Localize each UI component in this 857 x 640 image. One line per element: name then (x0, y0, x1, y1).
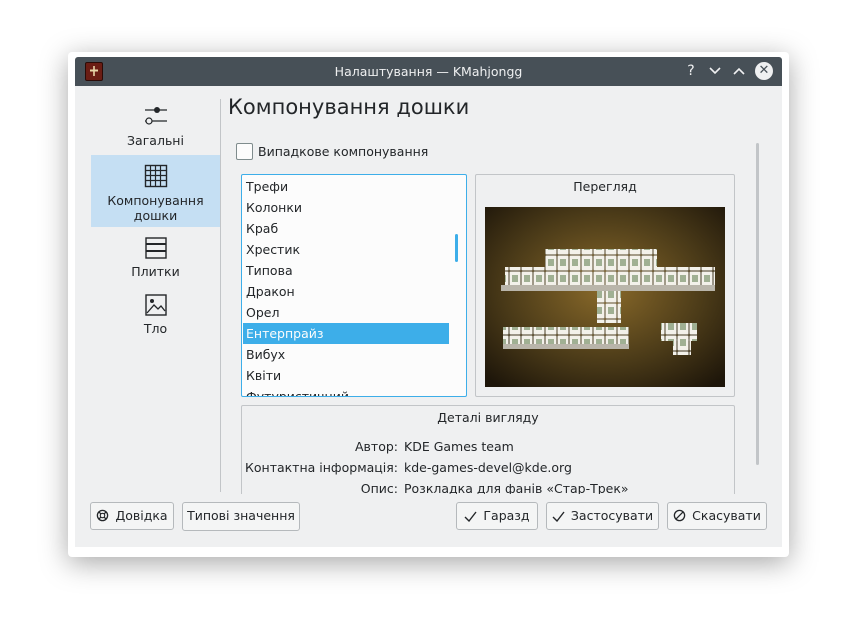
help-button-label: Довідка (115, 508, 168, 523)
list-item[interactable]: Орел (243, 302, 449, 323)
sidebar-item-general[interactable]: Загальні (91, 103, 220, 155)
sidebar-item-background[interactable]: Тло (91, 293, 220, 345)
page-scrollbar[interactable] (756, 143, 759, 465)
sidebar-item-label: Плитки (131, 264, 180, 279)
list-item[interactable]: Футуристичний (243, 386, 449, 396)
details-title: Деталі вигляду (437, 410, 539, 425)
tiles-icon (144, 237, 167, 259)
author-value: KDE Games team (404, 439, 514, 454)
grid-icon (144, 164, 167, 188)
list-item-selected[interactable]: Ентерпрайз (243, 323, 449, 344)
list-item[interactable]: Типова (243, 260, 449, 281)
sidebar-item-label: Тло (143, 321, 168, 336)
board-preview-image (485, 207, 725, 387)
ok-button[interactable]: Гаразд (456, 502, 538, 530)
list-item[interactable]: Трефи (243, 176, 449, 197)
preview-panel: Перегляд (475, 174, 735, 397)
lifebuoy-icon (97, 509, 109, 522)
minimize-button[interactable] (706, 62, 724, 80)
list-item[interactable]: Квіти (243, 365, 449, 386)
apply-button[interactable]: Застосувати (546, 502, 659, 530)
list-item[interactable]: Колонки (243, 197, 449, 218)
chevron-down-icon (709, 67, 721, 75)
list-item[interactable]: Хрестик (243, 239, 449, 260)
chevron-up-icon (733, 67, 745, 75)
image-icon (144, 294, 167, 316)
list-scrollbar[interactable] (455, 234, 458, 262)
author-label: Автор: (355, 439, 398, 454)
sidebar-item-label: Компонування дошки (107, 193, 204, 223)
maximize-button[interactable] (730, 62, 748, 80)
list-item[interactable]: Дракон (243, 281, 449, 302)
sidebar: Загальні Компонування дошки Плитки Тло (75, 86, 220, 521)
settings-dialog: Налаштування — KMahjongg ? ✕ Загальні Ко… (75, 57, 782, 547)
titlebar[interactable]: Налаштування — KMahjongg ? ✕ (75, 57, 782, 86)
contact-label: Контактна інформація: (245, 460, 398, 475)
defaults-button-label: Типові значення (187, 508, 295, 523)
sidebar-item-tiles[interactable]: Плитки (91, 236, 220, 288)
layout-list[interactable]: Трефи Колонки Краб Хрестик Типова Дракон… (241, 174, 467, 397)
sliders-icon (144, 107, 167, 125)
checkbox-box[interactable] (236, 143, 253, 160)
list-item[interactable]: Краб (243, 218, 449, 239)
checkmark-icon (552, 511, 565, 522)
help-button[interactable]: Довідка (90, 502, 174, 530)
checkmark-icon (464, 511, 477, 522)
random-layout-label[interactable]: Випадкове компонування (258, 144, 428, 159)
contact-value: kde-games-devel@kde.org (404, 460, 572, 475)
cancel-button[interactable]: Скасувати (667, 502, 767, 530)
sidebar-item-label: Загальні (127, 133, 184, 148)
details-panel: Деталі вигляду Автор: KDE Games team Кон… (241, 405, 735, 507)
cancel-icon (673, 509, 686, 522)
window-title: Налаштування — KMahjongg (334, 64, 523, 79)
close-button[interactable]: ✕ (755, 62, 773, 80)
list-item[interactable]: Вибух (243, 344, 449, 365)
cancel-button-label: Скасувати (692, 508, 761, 523)
help-icon[interactable]: ? (682, 62, 700, 80)
defaults-button[interactable]: Типові значення (182, 502, 300, 531)
ok-button-label: Гаразд (483, 508, 530, 523)
sidebar-separator (220, 99, 221, 492)
preview-title: Перегляд (573, 179, 637, 194)
apply-button-label: Застосувати (570, 508, 654, 523)
page-title: Компонування дошки (228, 95, 470, 119)
sidebar-item-board-layout[interactable]: Компонування дошки (91, 155, 220, 227)
